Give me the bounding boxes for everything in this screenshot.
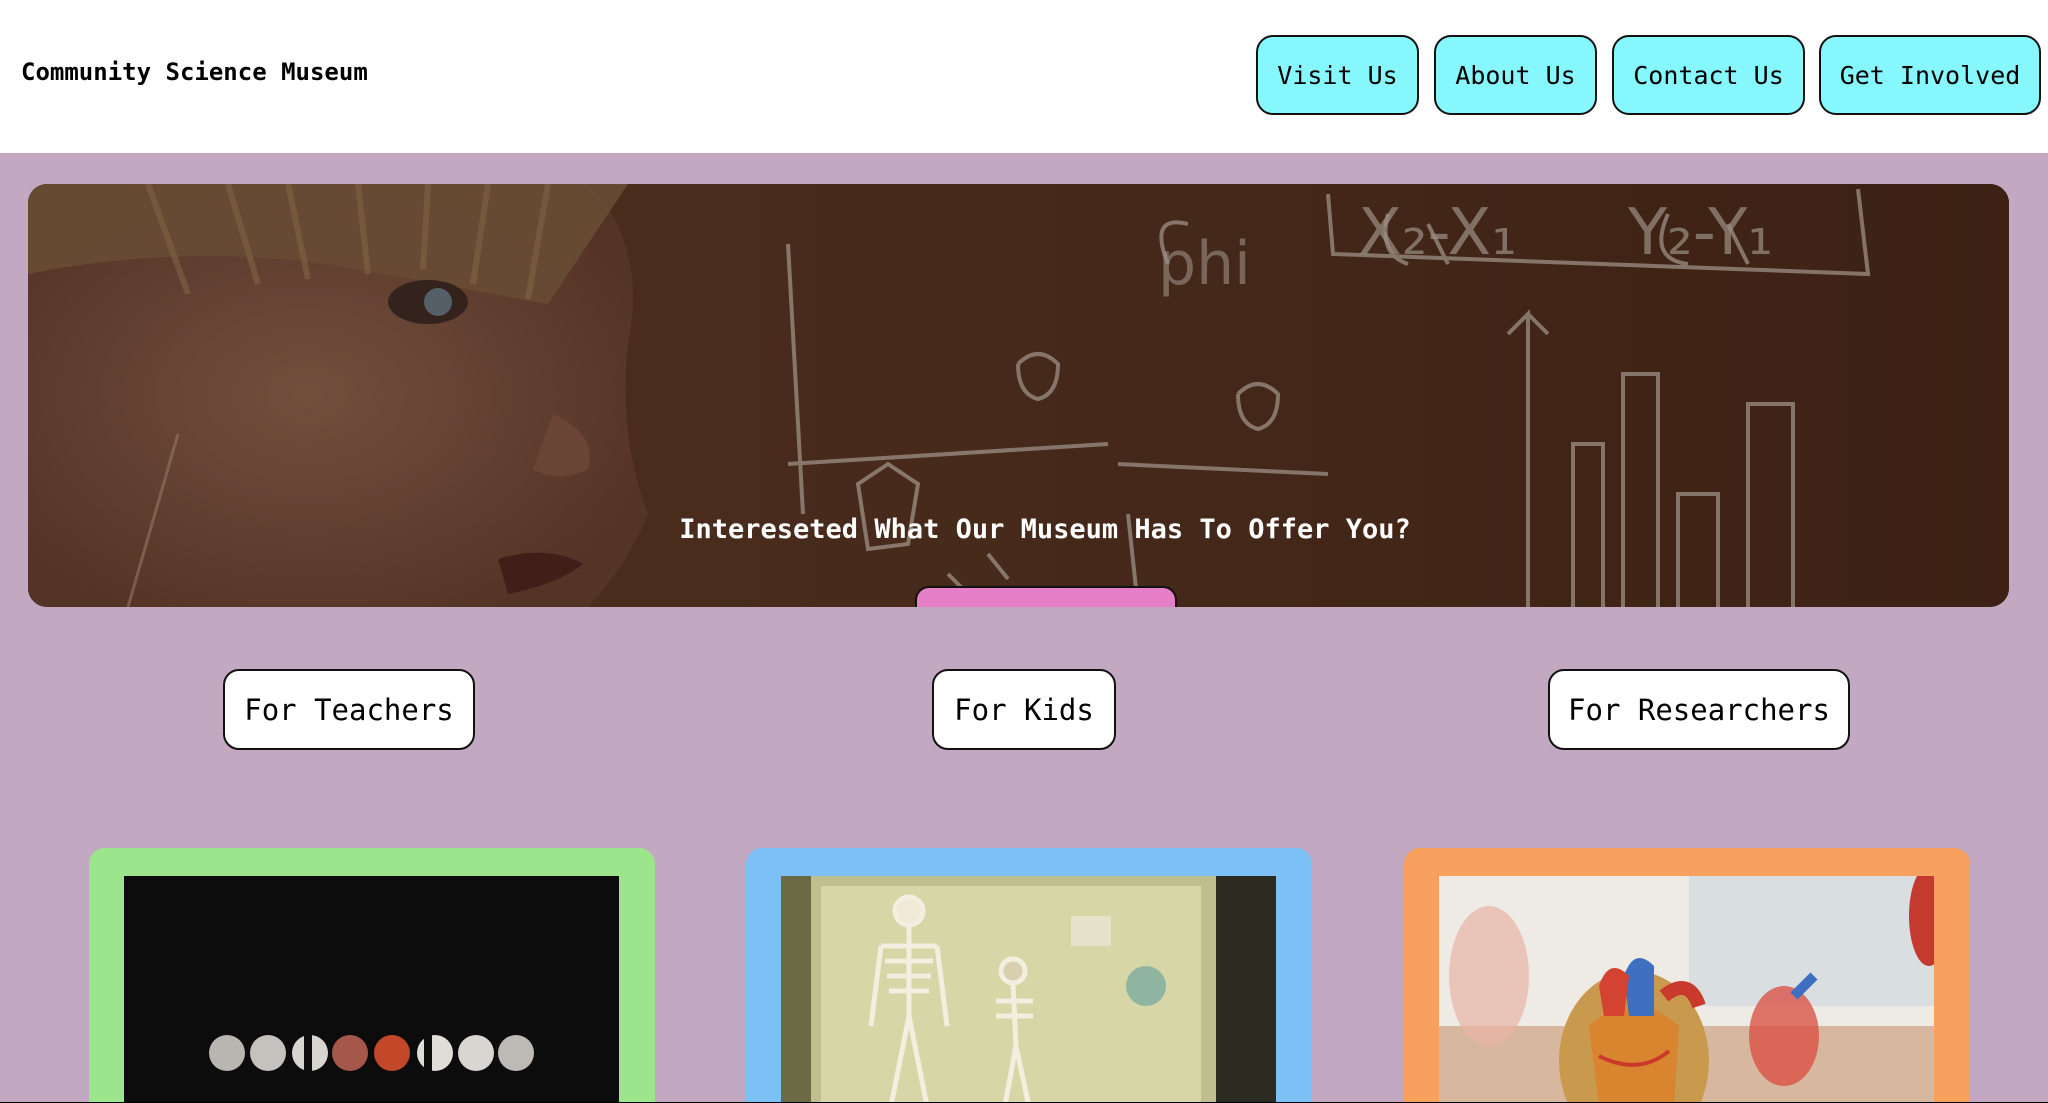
site-header: Community Science Museum Visit Us About …	[0, 0, 2048, 153]
anatomical-heart-image	[1439, 876, 1934, 1102]
for-kids-button[interactable]: For Kids	[932, 669, 1116, 750]
researchers-card[interactable]	[1404, 848, 1970, 1102]
hero-heading: Intereseted What Our Museum Has To Offer…	[679, 514, 1411, 545]
our-program-button[interactable]: Our Program	[915, 586, 1177, 607]
hero-banner: X₂-X₁ Y₂-Y₁ phi Intereseted What Our Mus…	[28, 184, 2009, 607]
page: Community Science Museum Visit Us About …	[0, 0, 2048, 1102]
site-title: Community Science Museum	[21, 58, 368, 86]
nav-get-involved-button[interactable]: Get Involved	[1819, 35, 2041, 115]
nav-visit-us-button[interactable]: Visit Us	[1256, 35, 1419, 115]
lunar-eclipse-image	[124, 876, 619, 1102]
for-teachers-button[interactable]: For Teachers	[223, 669, 475, 750]
skeleton-display-image	[781, 876, 1276, 1102]
nav-about-us-button[interactable]: About Us	[1434, 35, 1597, 115]
nav-contact-us-button[interactable]: Contact Us	[1612, 35, 1805, 115]
for-researchers-button[interactable]: For Researchers	[1548, 669, 1850, 750]
teachers-card[interactable]	[89, 848, 655, 1102]
kids-card[interactable]	[746, 848, 1312, 1102]
